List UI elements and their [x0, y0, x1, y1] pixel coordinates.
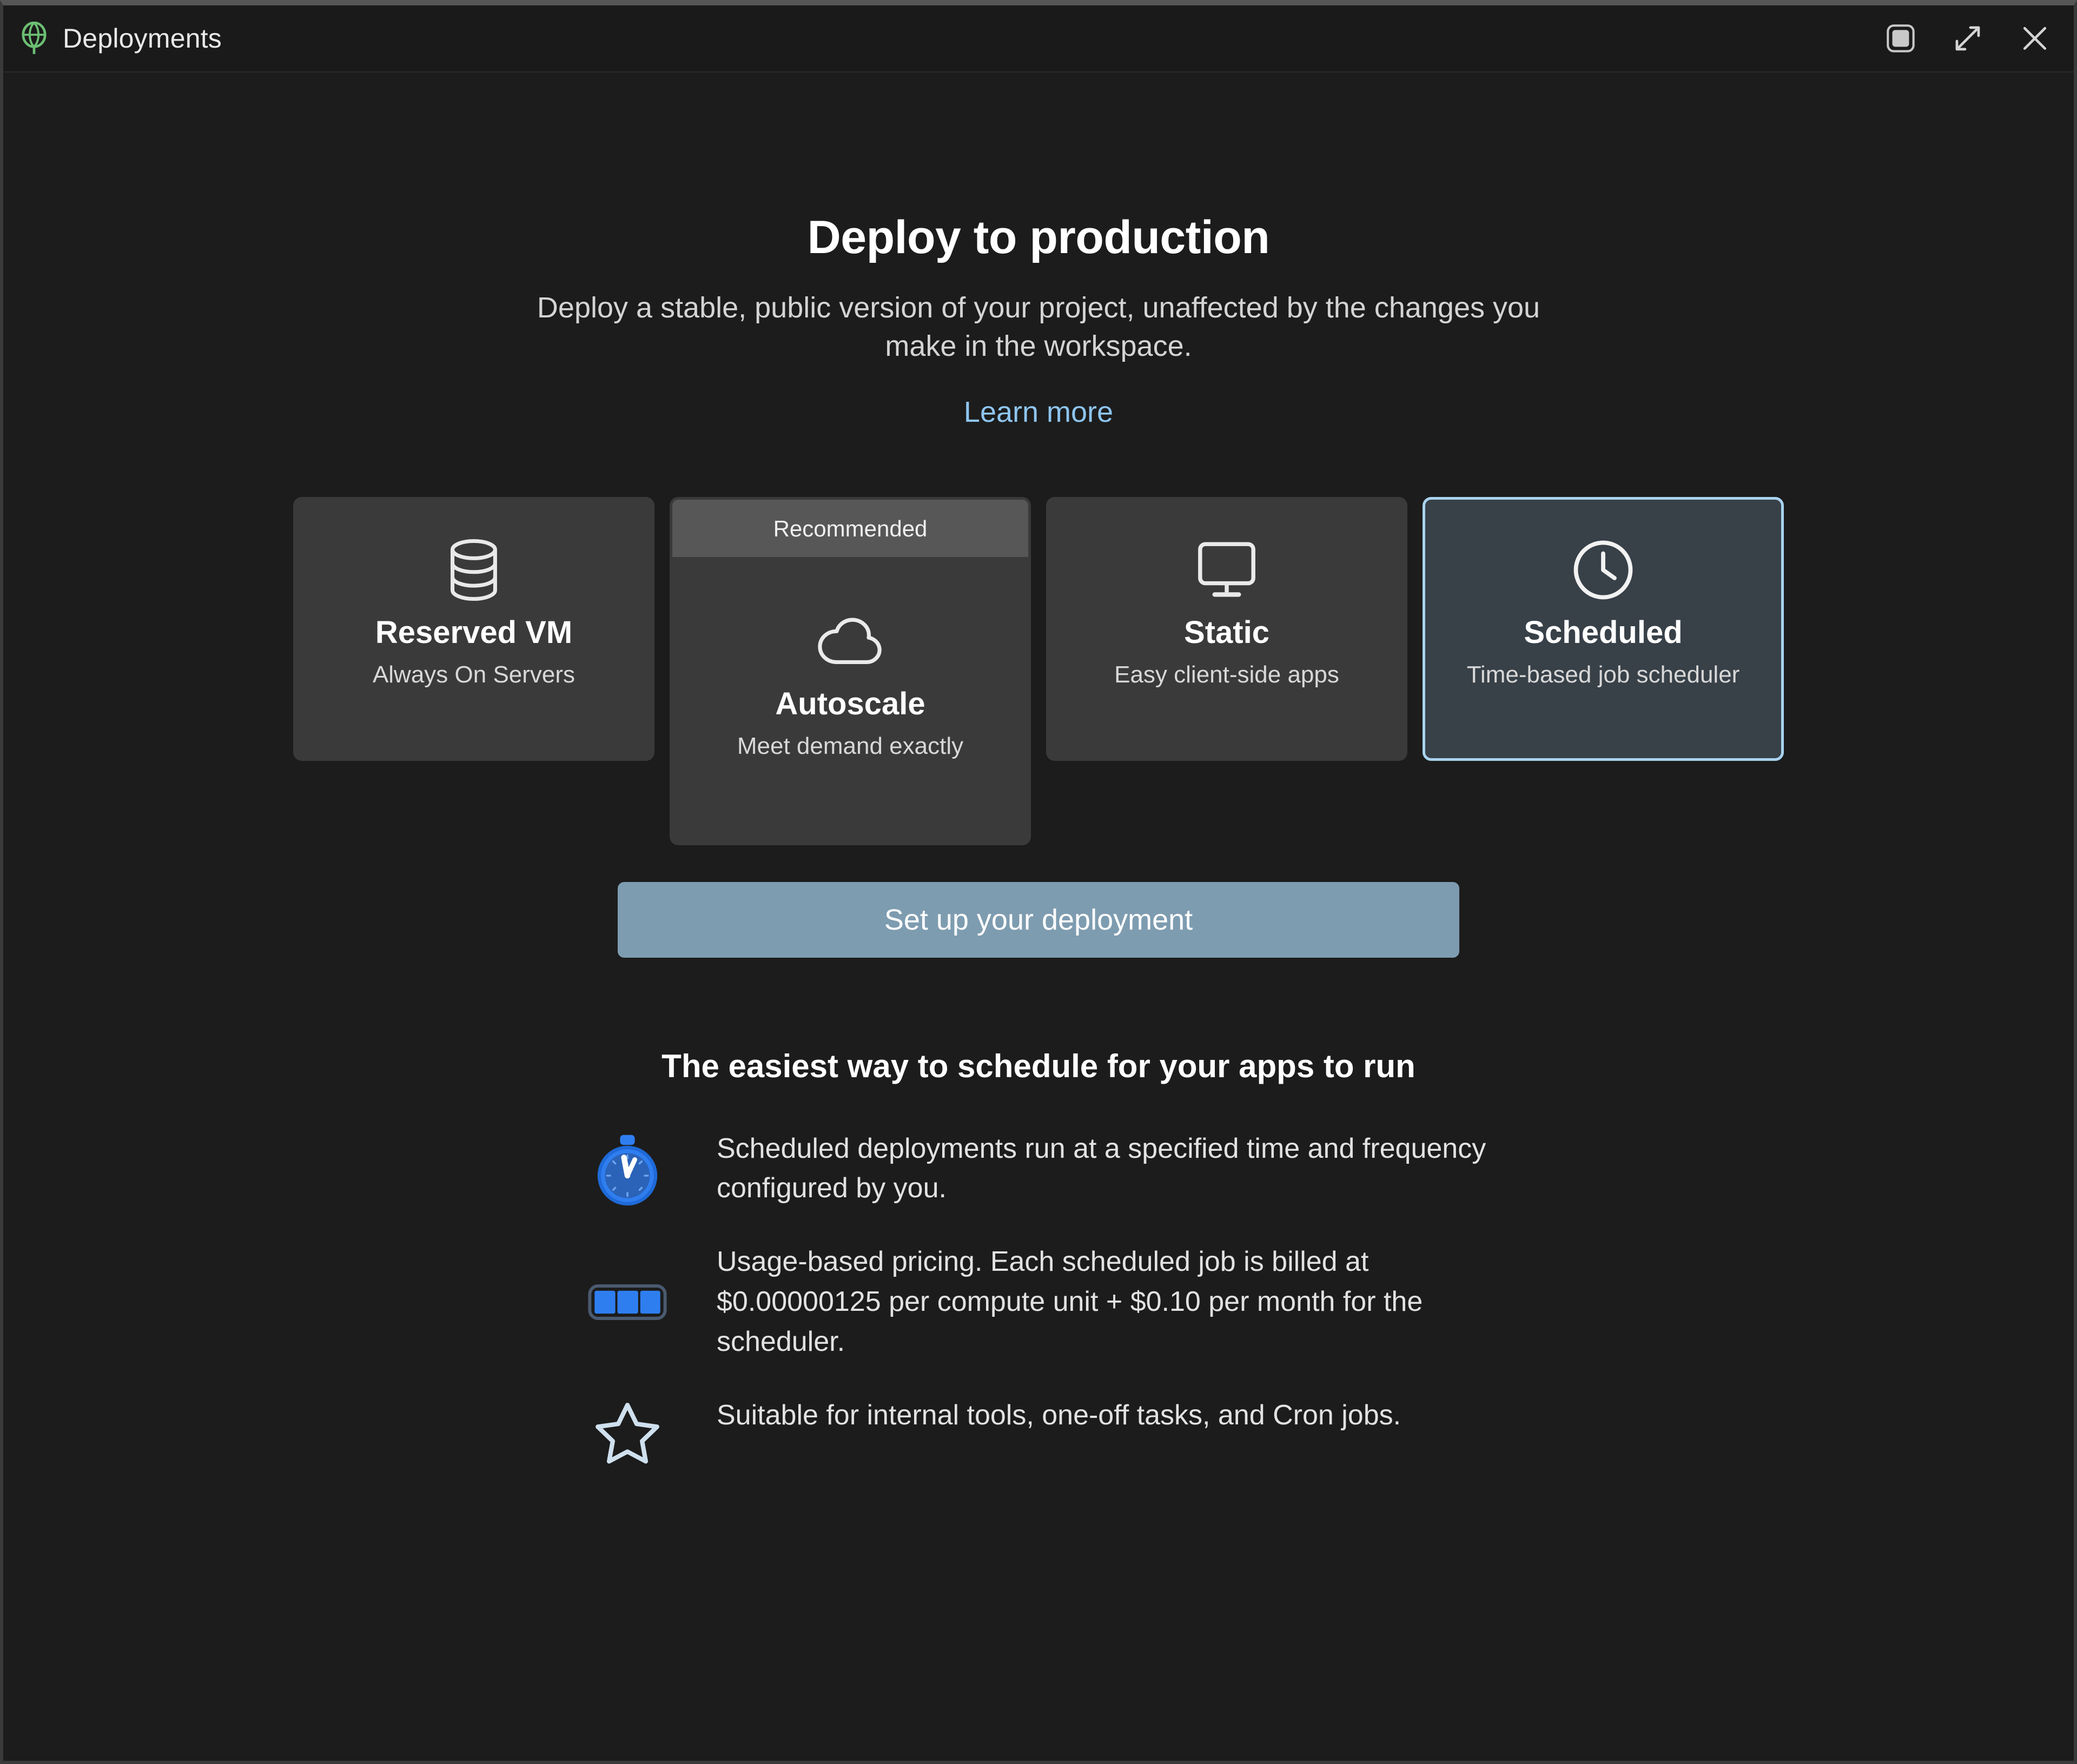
database-icon: [442, 534, 506, 606]
option-description: Easy client-side apps: [1114, 661, 1339, 688]
hero-section: Deploy to production Deploy a stable, pu…: [3, 72, 2074, 429]
deployments-window: Deployments Deploy to production Deploy …: [0, 0, 2077, 1764]
recommended-badge: Recommended: [672, 499, 1028, 557]
window-controls: [1883, 21, 2052, 56]
cta-container: Set up your deployment: [3, 881, 2074, 958]
monitor-icon: [1194, 534, 1260, 606]
feature-text: Usage-based pricing. Each scheduled job …: [717, 1246, 1423, 1357]
option-title: Static: [1184, 614, 1269, 650]
page-subtitle: Deploy a stable, public version of your …: [537, 291, 1540, 363]
set-up-deployment-button[interactable]: Set up your deployment: [618, 881, 1459, 958]
deployments-content: Deploy to production Deploy a stable, pu…: [3, 72, 2074, 1761]
cloud-icon: [816, 606, 885, 677]
feature-text: Scheduled deployments run at a specified…: [717, 1132, 1486, 1204]
star-icon: [538, 1396, 717, 1466]
feature-item-schedule: Scheduled deployments run at a specified…: [538, 1129, 1539, 1209]
option-description: Meet demand exactly: [737, 733, 964, 760]
option-title: Autoscale: [775, 686, 925, 721]
option-card-autoscale[interactable]: Recommended Autoscale Meet demand exactl…: [670, 496, 1031, 845]
option-card-static[interactable]: Static Easy client-side apps: [1046, 496, 1407, 761]
features-heading: The easiest way to schedule for your app…: [662, 1047, 1415, 1084]
deployment-type-options: Reserved VM Always On Servers Recommende…: [3, 496, 2074, 845]
option-description: Always On Servers: [372, 661, 576, 688]
feature-item-pricing: Usage-based pricing. Each scheduled job …: [538, 1242, 1539, 1362]
option-title: Scheduled: [1524, 614, 1683, 650]
feature-list: Scheduled deployments run at a specified…: [538, 1129, 1539, 1466]
window-title: Deployments: [63, 23, 222, 54]
feature-item-use-cases: Suitable for internal tools, one-off tas…: [538, 1396, 1539, 1466]
titlebar-left-group: Deployments: [19, 22, 222, 55]
option-title: Reserved VM: [375, 614, 573, 650]
learn-more-link[interactable]: Learn more: [964, 395, 1113, 429]
option-card-scheduled[interactable]: Scheduled Time-based job scheduler: [1423, 496, 1784, 761]
option-description: Time-based job scheduler: [1466, 661, 1740, 688]
close-icon[interactable]: [2018, 21, 2052, 56]
balloon-icon: [19, 22, 49, 55]
features-section: The easiest way to schedule for your app…: [3, 1047, 2074, 1466]
window-titlebar: Deployments: [3, 5, 2074, 72]
page-title: Deploy to production: [807, 211, 1270, 263]
clock-icon: [1571, 534, 1636, 606]
stopwatch-icon: [538, 1129, 717, 1206]
option-card-reserved-vm[interactable]: Reserved VM Always On Servers: [293, 496, 654, 761]
panel-toggle-icon[interactable]: [1883, 21, 1918, 56]
usage-bars-icon: [538, 1242, 717, 1321]
expand-icon[interactable]: [1950, 21, 1985, 56]
feature-text: Suitable for internal tools, one-off tas…: [717, 1399, 1401, 1431]
